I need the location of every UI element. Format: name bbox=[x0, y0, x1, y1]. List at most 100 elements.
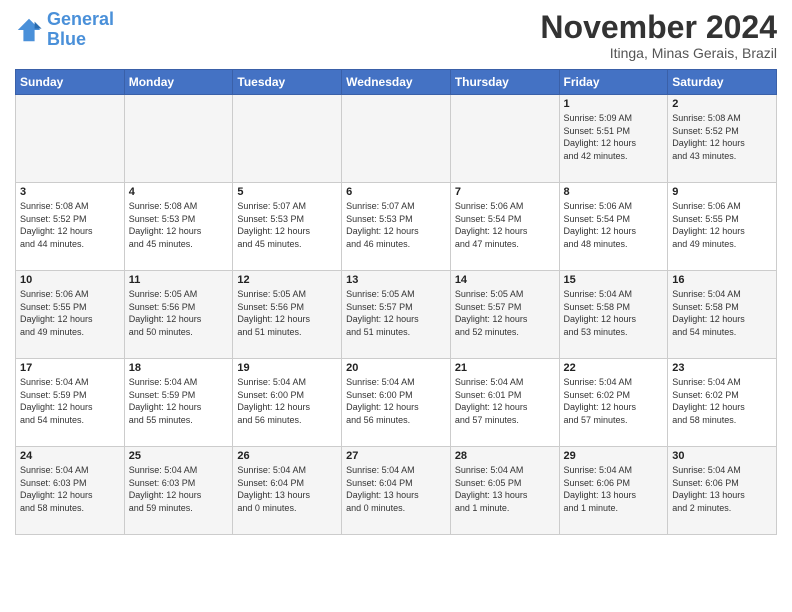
logo-blue: Blue bbox=[47, 29, 86, 49]
day-cell: 2Sunrise: 5:08 AM Sunset: 5:52 PM Daylig… bbox=[668, 95, 777, 183]
day-info: Sunrise: 5:06 AM Sunset: 5:55 PM Dayligh… bbox=[672, 200, 772, 250]
day-header-sunday: Sunday bbox=[16, 70, 125, 95]
week-row-4: 24 Sunrise: 5:04 AM Sunset: 6:03 PM Dayli… bbox=[16, 447, 777, 535]
day-info: Sunrise: 5:04 AM Sunset: 6:06 PM Dayligh… bbox=[672, 464, 772, 514]
day-number: 22 bbox=[564, 362, 664, 374]
day-number: 20 bbox=[346, 362, 446, 374]
day-info: Sunrise: 5:08 AM Sunset: 5:53 PM Dayligh… bbox=[129, 200, 229, 250]
day-info: Sunrise: 5:04 AM Sunset: 6:00 PM Dayligh… bbox=[346, 376, 446, 426]
day-cell: 20 Sunrise: 5:04 AM Sunset: 6:00 PM Dayli… bbox=[342, 359, 451, 447]
month-title: November 2024 bbox=[540, 10, 777, 45]
day-info: Sunrise: 5:06 AM Sunset: 5:54 PM Dayligh… bbox=[455, 200, 555, 250]
day-number: 13 bbox=[346, 274, 446, 286]
day-number: 7 bbox=[455, 186, 555, 198]
calendar-table: SundayMondayTuesdayWednesdayThursdayFrid… bbox=[15, 69, 777, 535]
day-cell bbox=[16, 95, 125, 183]
day-number: 8 bbox=[564, 186, 664, 198]
day-cell: 13Sunrise: 5:05 AM Sunset: 5:57 PM Dayli… bbox=[342, 271, 451, 359]
day-cell: 6 Sunrise: 5:07 AM Sunset: 5:53 PM Daylig… bbox=[342, 183, 451, 271]
day-number: 15 bbox=[564, 274, 664, 286]
day-number: 5 bbox=[237, 186, 337, 198]
day-cell: 23Sunrise: 5:04 AM Sunset: 6:02 PM Dayli… bbox=[668, 359, 777, 447]
day-info: Sunrise: 5:05 AM Sunset: 5:57 PM Dayligh… bbox=[455, 288, 555, 338]
day-cell: 5 Sunrise: 5:07 AM Sunset: 5:53 PM Daylig… bbox=[233, 183, 342, 271]
logo-icon bbox=[15, 16, 43, 44]
day-cell: 17Sunrise: 5:04 AM Sunset: 5:59 PM Dayli… bbox=[16, 359, 125, 447]
day-header-saturday: Saturday bbox=[668, 70, 777, 95]
day-number: 1 bbox=[564, 98, 664, 110]
day-header-tuesday: Tuesday bbox=[233, 70, 342, 95]
day-info: Sunrise: 5:04 AM Sunset: 5:59 PM Dayligh… bbox=[129, 376, 229, 426]
week-row-3: 17 Sunrise: 5:04 AM Sunset: 5:59 PM Dayli… bbox=[16, 359, 777, 447]
day-cell: 12 Sunrise: 5:05 AM Sunset: 5:56 PM Dayli… bbox=[233, 271, 342, 359]
day-info: Sunrise: 5:04 AM Sunset: 5:58 PM Dayligh… bbox=[672, 288, 772, 338]
day-number: 6 bbox=[346, 186, 446, 198]
day-cell: 7 Sunrise: 5:06 AM Sunset: 5:54 PM Daylig… bbox=[450, 183, 559, 271]
day-cell: 4 Sunrise: 5:08 AM Sunset: 5:53 PM Daylig… bbox=[124, 183, 233, 271]
day-cell: 19Sunrise: 5:04 AM Sunset: 6:00 PM Dayli… bbox=[233, 359, 342, 447]
day-number: 29 bbox=[564, 450, 664, 462]
day-header-thursday: Thursday bbox=[450, 70, 559, 95]
day-cell: 8 Sunrise: 5:06 AM Sunset: 5:54 PM Daylig… bbox=[559, 183, 668, 271]
day-cell: 9 Sunrise: 5:06 AM Sunset: 5:55 PM Daylig… bbox=[668, 183, 777, 271]
day-info: Sunrise: 5:04 AM Sunset: 6:05 PM Dayligh… bbox=[455, 464, 555, 514]
day-info: Sunrise: 5:04 AM Sunset: 6:04 PM Dayligh… bbox=[346, 464, 446, 514]
header: General Blue November 2024 Itinga, Minas… bbox=[15, 10, 777, 61]
day-cell: 26Sunrise: 5:04 AM Sunset: 6:04 PM Dayli… bbox=[233, 447, 342, 535]
week-row-1: 3Sunrise: 5:08 AM Sunset: 5:52 PM Daylig… bbox=[16, 183, 777, 271]
day-cell: 11 Sunrise: 5:05 AM Sunset: 5:56 PM Dayli… bbox=[124, 271, 233, 359]
day-number: 4 bbox=[129, 186, 229, 198]
day-cell: 1 Sunrise: 5:09 AM Sunset: 5:51 PM Daylig… bbox=[559, 95, 668, 183]
day-number: 11 bbox=[129, 274, 229, 286]
day-cell: 27 Sunrise: 5:04 AM Sunset: 6:04 PM Dayli… bbox=[342, 447, 451, 535]
logo: General Blue bbox=[15, 10, 114, 50]
day-info: Sunrise: 5:09 AM Sunset: 5:51 PM Dayligh… bbox=[564, 112, 664, 162]
day-number: 25 bbox=[129, 450, 229, 462]
day-cell: 30 Sunrise: 5:04 AM Sunset: 6:06 PM Dayli… bbox=[668, 447, 777, 535]
day-info: Sunrise: 5:04 AM Sunset: 6:01 PM Dayligh… bbox=[455, 376, 555, 426]
day-info: Sunrise: 5:05 AM Sunset: 5:56 PM Dayligh… bbox=[129, 288, 229, 338]
title-block: November 2024 Itinga, Minas Gerais, Braz… bbox=[540, 10, 777, 61]
day-info: Sunrise: 5:04 AM Sunset: 6:06 PM Dayligh… bbox=[564, 464, 664, 514]
day-info: Sunrise: 5:07 AM Sunset: 5:53 PM Dayligh… bbox=[346, 200, 446, 250]
header-row: SundayMondayTuesdayWednesdayThursdayFrid… bbox=[16, 70, 777, 95]
week-row-2: 10Sunrise: 5:06 AM Sunset: 5:55 PM Dayli… bbox=[16, 271, 777, 359]
day-number: 9 bbox=[672, 186, 772, 198]
day-number: 16 bbox=[672, 274, 772, 286]
day-info: Sunrise: 5:04 AM Sunset: 6:00 PM Dayligh… bbox=[237, 376, 337, 426]
day-number: 17 bbox=[20, 362, 120, 374]
day-number: 27 bbox=[346, 450, 446, 462]
day-cell: 28Sunrise: 5:04 AM Sunset: 6:05 PM Dayli… bbox=[450, 447, 559, 535]
day-cell: 25 Sunrise: 5:04 AM Sunset: 6:03 PM Dayli… bbox=[124, 447, 233, 535]
day-number: 12 bbox=[237, 274, 337, 286]
week-row-0: 1 Sunrise: 5:09 AM Sunset: 5:51 PM Daylig… bbox=[16, 95, 777, 183]
day-cell: 29 Sunrise: 5:04 AM Sunset: 6:06 PM Dayli… bbox=[559, 447, 668, 535]
day-cell: 14 Sunrise: 5:05 AM Sunset: 5:57 PM Dayli… bbox=[450, 271, 559, 359]
logo-general: General bbox=[47, 9, 114, 29]
day-info: Sunrise: 5:04 AM Sunset: 6:03 PM Dayligh… bbox=[20, 464, 120, 514]
day-cell bbox=[450, 95, 559, 183]
day-cell bbox=[233, 95, 342, 183]
day-number: 23 bbox=[672, 362, 772, 374]
day-number: 18 bbox=[129, 362, 229, 374]
day-number: 2 bbox=[672, 98, 772, 110]
day-header-monday: Monday bbox=[124, 70, 233, 95]
day-cell bbox=[342, 95, 451, 183]
day-number: 24 bbox=[20, 450, 120, 462]
day-info: Sunrise: 5:05 AM Sunset: 5:56 PM Dayligh… bbox=[237, 288, 337, 338]
day-number: 14 bbox=[455, 274, 555, 286]
day-header-friday: Friday bbox=[559, 70, 668, 95]
logo-text: General Blue bbox=[47, 10, 114, 50]
day-number: 30 bbox=[672, 450, 772, 462]
day-cell bbox=[124, 95, 233, 183]
day-info: Sunrise: 5:06 AM Sunset: 5:55 PM Dayligh… bbox=[20, 288, 120, 338]
day-info: Sunrise: 5:06 AM Sunset: 5:54 PM Dayligh… bbox=[564, 200, 664, 250]
day-number: 26 bbox=[237, 450, 337, 462]
day-info: Sunrise: 5:08 AM Sunset: 5:52 PM Dayligh… bbox=[20, 200, 120, 250]
day-info: Sunrise: 5:04 AM Sunset: 6:03 PM Dayligh… bbox=[129, 464, 229, 514]
day-number: 21 bbox=[455, 362, 555, 374]
day-cell: 22Sunrise: 5:04 AM Sunset: 6:02 PM Dayli… bbox=[559, 359, 668, 447]
day-info: Sunrise: 5:07 AM Sunset: 5:53 PM Dayligh… bbox=[237, 200, 337, 250]
day-cell: 3Sunrise: 5:08 AM Sunset: 5:52 PM Daylig… bbox=[16, 183, 125, 271]
day-cell: 21 Sunrise: 5:04 AM Sunset: 6:01 PM Dayli… bbox=[450, 359, 559, 447]
